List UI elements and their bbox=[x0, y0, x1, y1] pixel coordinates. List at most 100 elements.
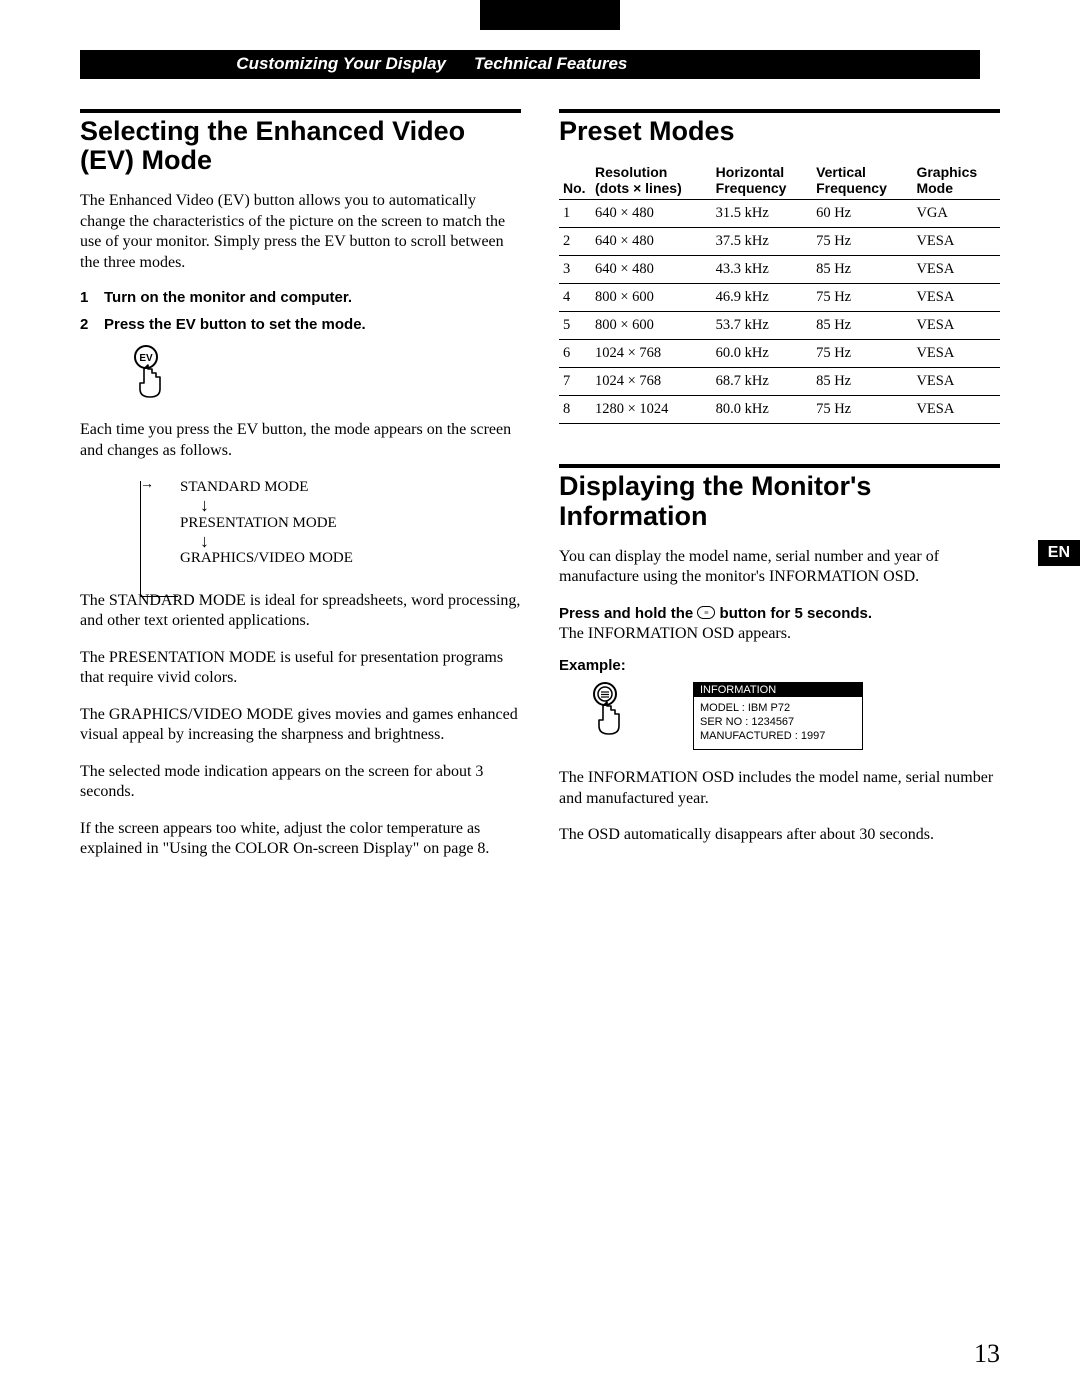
table-row: 4800 × 60046.9 kHz75 HzVESA bbox=[559, 284, 1000, 312]
table-cell: 1280 × 1024 bbox=[591, 396, 712, 424]
graphics-mode-desc: The GRAPHICS/VIDEO MODE gives movies and… bbox=[80, 705, 521, 746]
osd-timeout-note: The OSD automatically disappears after a… bbox=[559, 825, 1000, 845]
table-cell: 640 × 480 bbox=[591, 200, 712, 228]
info-intro: You can display the model name, serial n… bbox=[559, 547, 1000, 588]
table-cell: 640 × 480 bbox=[591, 256, 712, 284]
table-cell: 80.0 kHz bbox=[712, 396, 812, 424]
table-cell: 6 bbox=[559, 340, 591, 368]
mode-indication-note: The selected mode indication appears on … bbox=[80, 762, 521, 803]
right-column: Preset Modes No. Resolution(dots × lines… bbox=[559, 109, 1000, 876]
table-cell: 68.7 kHz bbox=[712, 368, 812, 396]
table-cell: 1024 × 768 bbox=[591, 368, 712, 396]
section-rule bbox=[559, 109, 1000, 113]
table-row: 71024 × 76868.7 kHz85 HzVESA bbox=[559, 368, 1000, 396]
arrow-right-icon: → bbox=[140, 477, 154, 493]
preset-modes-title: Preset Modes bbox=[559, 117, 1000, 146]
svg-text:EV: EV bbox=[139, 353, 153, 364]
table-row: 2640 × 48037.5 kHz75 HzVESA bbox=[559, 228, 1000, 256]
table-cell: 85 Hz bbox=[812, 256, 912, 284]
table-row: 1640 × 48031.5 kHz60 HzVGA bbox=[559, 200, 1000, 228]
table-cell: 60 Hz bbox=[812, 200, 912, 228]
language-tab: EN bbox=[1038, 540, 1080, 566]
menu-button-icon: ≡ bbox=[697, 606, 715, 619]
page-number: 13 bbox=[974, 1339, 1000, 1369]
table-row: 5800 × 60053.7 kHz85 HzVESA bbox=[559, 312, 1000, 340]
table-cell: 37.5 kHz bbox=[712, 228, 812, 256]
menu-button-press-icon bbox=[589, 682, 633, 741]
table-cell: 75 Hz bbox=[812, 228, 912, 256]
preset-modes-table: No. Resolution(dots × lines) HorizontalF… bbox=[559, 162, 1000, 424]
th-gmode: GraphicsMode bbox=[912, 162, 1000, 200]
step-2: 2 Press the EV button to set the mode. bbox=[80, 316, 521, 333]
table-row: 3640 × 48043.3 kHz85 HzVESA bbox=[559, 256, 1000, 284]
th-vfreq: VerticalFrequency bbox=[812, 162, 912, 200]
mode-diagram: → STANDARD MODE ↓ PRESENTATION MODE ↓ GR… bbox=[140, 477, 521, 569]
section-rule bbox=[80, 109, 521, 113]
table-cell: VESA bbox=[912, 368, 1000, 396]
table-cell: 60.0 kHz bbox=[712, 340, 812, 368]
presentation-mode-desc: The PRESENTATION MODE is useful for pres… bbox=[80, 648, 521, 689]
example-label: Example: bbox=[559, 657, 1000, 674]
table-cell: 5 bbox=[559, 312, 591, 340]
table-cell: 46.9 kHz bbox=[712, 284, 812, 312]
table-cell: 8 bbox=[559, 396, 591, 424]
ev-mode-title: Selecting the Enhanced Video (EV) Mode bbox=[80, 117, 521, 175]
step-text: Turn on the monitor and computer. bbox=[104, 289, 352, 306]
table-cell: VESA bbox=[912, 396, 1000, 424]
header-right: Technical Features bbox=[460, 50, 980, 79]
mode-standard: STANDARD MODE bbox=[180, 477, 521, 498]
osd-serial: SER NO : 1234567 bbox=[700, 715, 856, 729]
table-cell: VESA bbox=[912, 340, 1000, 368]
table-cell: 53.7 kHz bbox=[712, 312, 812, 340]
table-cell: 31.5 kHz bbox=[712, 200, 812, 228]
example-row: INFORMATION MODEL : IBM P72 SER NO : 123… bbox=[589, 682, 1000, 751]
step-1: 1 Turn on the monitor and computer. bbox=[80, 289, 521, 306]
table-cell: 1 bbox=[559, 200, 591, 228]
header-left: Customizing Your Display bbox=[80, 50, 460, 79]
table-cell: 85 Hz bbox=[812, 368, 912, 396]
table-cell: VESA bbox=[912, 228, 1000, 256]
section-header-bar: Customizing Your Display Technical Featu… bbox=[80, 50, 1000, 79]
osd-model: MODEL : IBM P72 bbox=[700, 701, 856, 715]
information-osd: INFORMATION MODEL : IBM P72 SER NO : 123… bbox=[693, 682, 863, 751]
step-number: 1 bbox=[80, 289, 94, 306]
info-content-note: The INFORMATION OSD includes the model n… bbox=[559, 768, 1000, 809]
mode-presentation: PRESENTATION MODE bbox=[180, 513, 521, 534]
table-cell: 800 × 600 bbox=[591, 312, 712, 340]
table-cell: 2 bbox=[559, 228, 591, 256]
arrow-down-icon: ↓ bbox=[200, 534, 521, 548]
table-cell: 75 Hz bbox=[812, 396, 912, 424]
table-row: 81280 × 102480.0 kHz75 HzVESA bbox=[559, 396, 1000, 424]
osd-title: INFORMATION bbox=[694, 683, 862, 697]
mode-graphics: GRAPHICS/VIDEO MODE bbox=[180, 548, 521, 569]
section-rule bbox=[559, 464, 1000, 468]
table-cell: 43.3 kHz bbox=[712, 256, 812, 284]
step-list: 1 Turn on the monitor and computer. 2 Pr… bbox=[80, 289, 521, 333]
table-cell: 75 Hz bbox=[812, 340, 912, 368]
table-cell: 800 × 600 bbox=[591, 284, 712, 312]
th-no: No. bbox=[559, 162, 591, 200]
press-hold-instruction: Press and hold the ≡ button for 5 second… bbox=[559, 604, 1000, 645]
table-cell: VGA bbox=[912, 200, 1000, 228]
th-resolution: Resolution(dots × lines) bbox=[591, 162, 712, 200]
step-text: Press the EV button to set the mode. bbox=[104, 316, 366, 333]
osd-manufactured: MANUFACTURED : 1997 bbox=[700, 729, 856, 743]
table-cell: 7 bbox=[559, 368, 591, 396]
ev-after-steps: Each time you press the EV button, the m… bbox=[80, 420, 521, 461]
table-cell: 640 × 480 bbox=[591, 228, 712, 256]
arrow-down-icon: ↓ bbox=[200, 498, 521, 512]
ev-button-press-icon: EV bbox=[130, 345, 521, 404]
step-number: 2 bbox=[80, 316, 94, 333]
color-temp-note: If the screen appears too white, adjust … bbox=[80, 819, 521, 860]
table-cell: VESA bbox=[912, 284, 1000, 312]
table-cell: 4 bbox=[559, 284, 591, 312]
left-column: Selecting the Enhanced Video (EV) Mode T… bbox=[80, 109, 521, 876]
ev-intro: The Enhanced Video (EV) button allows yo… bbox=[80, 191, 521, 273]
table-row: 61024 × 76860.0 kHz75 HzVESA bbox=[559, 340, 1000, 368]
table-cell: 85 Hz bbox=[812, 312, 912, 340]
table-cell: VESA bbox=[912, 312, 1000, 340]
table-cell: 1024 × 768 bbox=[591, 340, 712, 368]
info-title: Displaying the Monitor's Information bbox=[559, 472, 1000, 530]
th-hfreq: HorizontalFrequency bbox=[712, 162, 812, 200]
table-cell: VESA bbox=[912, 256, 1000, 284]
